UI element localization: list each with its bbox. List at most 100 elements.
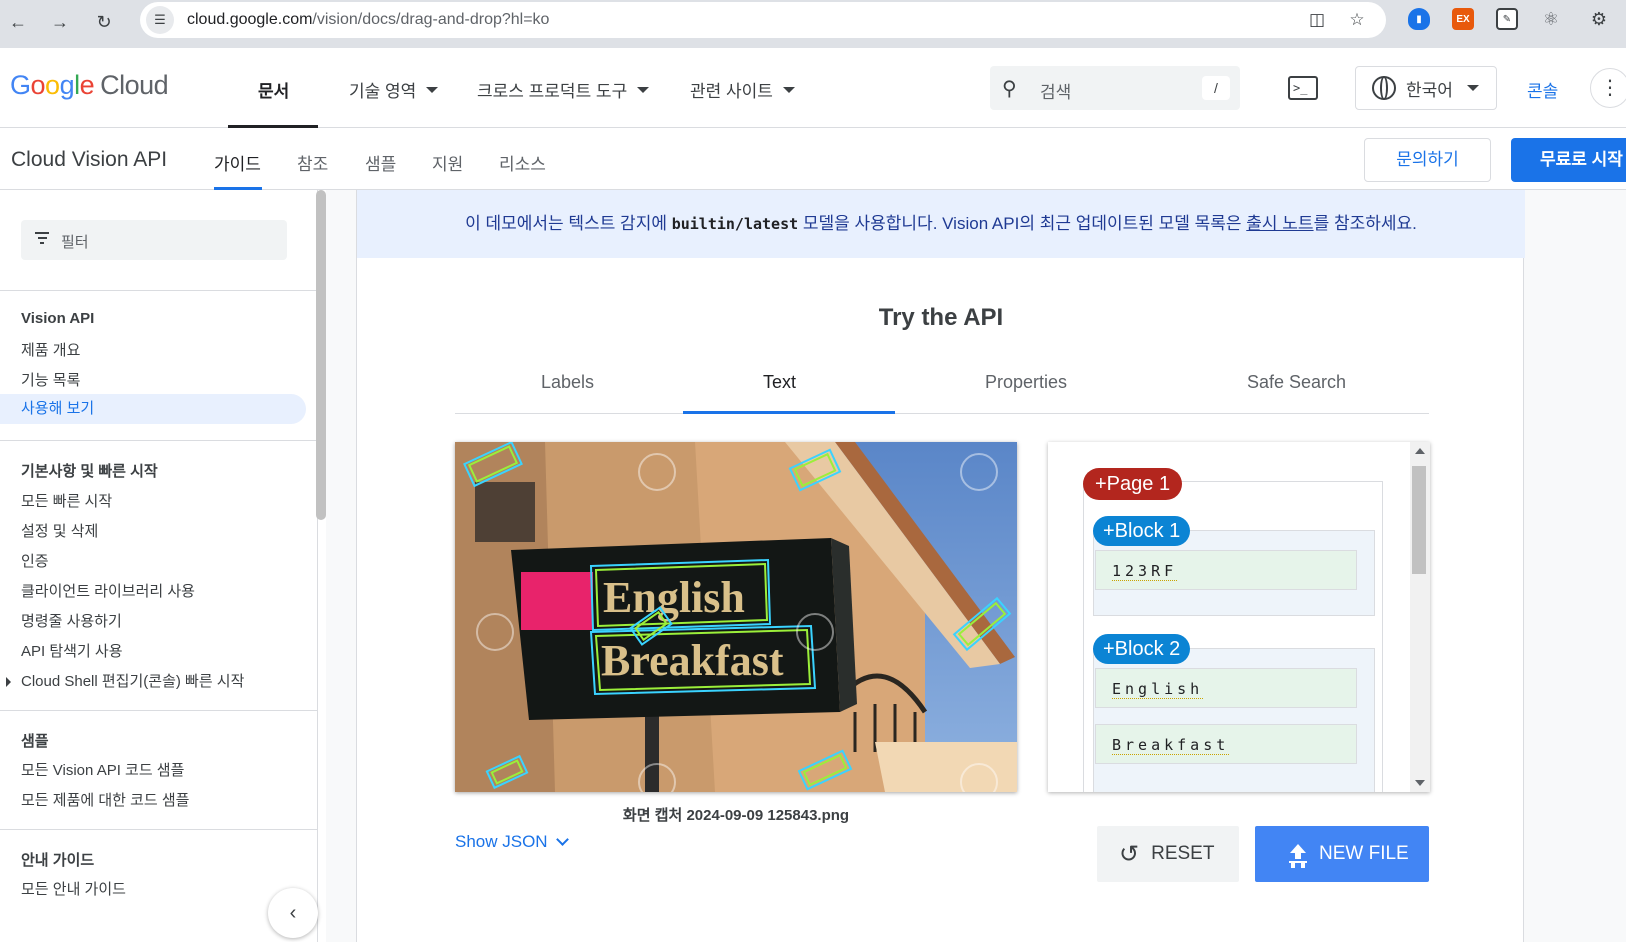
- notes-extension-icon[interactable]: ✎: [1496, 8, 1518, 30]
- product-nav-bar: Cloud Vision API 가이드 참조 샘플 지원 리소스 문의하기 무…: [0, 128, 1626, 190]
- reset-button[interactable]: ↺ RESET: [1097, 826, 1239, 882]
- search-shortcut-key: /: [1202, 76, 1230, 100]
- search-input[interactable]: ⚲ 검색 /: [990, 66, 1240, 110]
- cloud-shell-terminal-icon[interactable]: >_: [1288, 76, 1318, 100]
- chevron-down-icon: [1466, 85, 1479, 91]
- results-scrollbar-thumb[interactable]: [1412, 466, 1426, 574]
- sidebar-item[interactable]: 클라이언트 라이브러리 사용: [21, 580, 195, 601]
- demo-tab-active-indicator: [683, 411, 895, 414]
- scroll-down-arrow-icon[interactable]: [1415, 780, 1425, 786]
- info-banner: 이 데모에서는 텍스트 감지에 builtin/latest 모델을 사용합니다…: [357, 190, 1525, 258]
- chevron-down-icon: [426, 86, 439, 93]
- show-json-toggle[interactable]: Show JSON: [455, 832, 569, 852]
- word-item[interactable]: English: [1095, 668, 1357, 708]
- filter-input[interactable]: 필터: [21, 220, 287, 260]
- bookmark-star-icon[interactable]: ☆: [1345, 8, 1369, 32]
- tab-support[interactable]: 지원: [432, 150, 463, 175]
- sidebar-item[interactable]: 모든 안내 가이드: [21, 878, 126, 899]
- tab-guides[interactable]: 가이드: [214, 150, 261, 175]
- more-options-icon[interactable]: ⋮: [1590, 68, 1626, 108]
- nav-docs[interactable]: 문서: [258, 77, 289, 102]
- product-title[interactable]: Cloud Vision API: [11, 148, 167, 172]
- sign-text-line1: English: [603, 573, 745, 622]
- sidebar-item[interactable]: 모든 Vision API 코드 샘플: [21, 759, 184, 780]
- scroll-up-arrow-icon[interactable]: [1415, 448, 1425, 454]
- console-link[interactable]: 콘솔: [1527, 77, 1558, 102]
- block-toggle[interactable]: +Block 2: [1093, 634, 1191, 664]
- sidebar-scrollbar[interactable]: [316, 190, 326, 520]
- react-extension-icon[interactable]: ⚛: [1540, 8, 1562, 30]
- search-icon: ⚲: [1002, 78, 1017, 100]
- upload-icon: [1289, 844, 1307, 864]
- demo-tabs: Labels Text Properties Safe Search: [455, 368, 1429, 414]
- chevron-left-icon: ‹: [289, 902, 297, 924]
- collapse-sidebar-button[interactable]: ‹: [268, 888, 318, 938]
- sidebar-item[interactable]: 기능 목록: [21, 369, 80, 390]
- chevron-down-icon: [637, 86, 650, 93]
- expand-arrow-icon[interactable]: [6, 677, 11, 687]
- sidebar-heading[interactable]: 기본사항 및 빠른 시작: [21, 460, 158, 481]
- tab-safe-search[interactable]: Safe Search: [1247, 372, 1346, 393]
- ocr-results-panel[interactable]: +Page 1 +Block 1 123RF +Block 2 English …: [1048, 442, 1430, 792]
- sign-text-line2: Breakfast: [601, 636, 784, 685]
- left-sidebar: 필터 Vision API 제품 개요 기능 목록 사용해 보기 기본사항 및 …: [0, 190, 318, 942]
- chevron-down-icon: [782, 86, 795, 93]
- google-cloud-logo[interactable]: Google Cloud: [10, 70, 169, 101]
- sidebar-item-expandable[interactable]: Cloud Shell 편집기(콘솔) 빠른 시작: [21, 670, 244, 691]
- demo-title: Try the API: [878, 304, 1004, 331]
- chevron-down-icon: [555, 833, 569, 846]
- ex-extension-icon[interactable]: EX: [1452, 8, 1474, 30]
- sidebar-divider: [0, 829, 317, 830]
- nav-related-sites[interactable]: 관련 사이트: [690, 77, 795, 102]
- page-toggle[interactable]: +Page 1: [1083, 468, 1183, 500]
- tab-text[interactable]: Text: [763, 372, 796, 393]
- start-free-button[interactable]: 무료로 시작: [1511, 138, 1626, 182]
- sidebar-divider: [0, 290, 317, 291]
- sidebar-item[interactable]: 설정 및 삭제: [21, 520, 98, 541]
- sidebar-item[interactable]: 모든 빠른 시작: [21, 490, 112, 511]
- content-gutter: [326, 190, 356, 942]
- nav-tech-areas[interactable]: 기술 영역: [349, 77, 439, 102]
- extensions-puzzle-icon[interactable]: ⚙: [1588, 8, 1610, 30]
- site-header: Google Cloud 문서 기술 영역 크로스 프로덕트 도구 관련 사이트 …: [0, 48, 1626, 128]
- word-item[interactable]: Breakfast: [1095, 724, 1357, 764]
- address-bar[interactable]: ☰ cloud.google.com/vision/docs/drag-and-…: [140, 2, 1386, 38]
- contact-button[interactable]: 문의하기: [1364, 138, 1491, 182]
- image-filename: 화면 캡처 2024-09-09 125843.png: [622, 807, 850, 824]
- tab-reference[interactable]: 참조: [297, 150, 328, 175]
- sidebar-item-active[interactable]: 사용해 보기: [0, 394, 306, 424]
- uploaded-image: English Breakfast: [455, 442, 1017, 792]
- tab-resources[interactable]: 리소스: [499, 150, 546, 175]
- new-file-button[interactable]: NEW FILE: [1255, 826, 1429, 882]
- block-toggle[interactable]: +Block 1: [1093, 516, 1191, 546]
- filter-icon: [35, 232, 49, 247]
- tab-samples[interactable]: 샘플: [365, 150, 396, 175]
- nav-cross-product-tools[interactable]: 크로스 프로덕트 도구: [477, 77, 650, 102]
- sidebar-divider: [0, 440, 317, 441]
- globe-icon: [1372, 76, 1396, 100]
- tab-labels[interactable]: Labels: [541, 372, 594, 393]
- sidebar-item[interactable]: 제품 개요: [21, 339, 80, 360]
- sidebar-item[interactable]: API 탐색기 사용: [21, 640, 123, 661]
- image-canvas: English Breakfast: [455, 442, 1017, 792]
- reload-icon[interactable]: ↻: [90, 8, 118, 36]
- model-name: builtin/latest: [671, 215, 799, 233]
- install-app-icon[interactable]: ◫: [1305, 8, 1329, 32]
- forward-icon[interactable]: →: [46, 8, 74, 36]
- content-gutter-right: [1524, 190, 1626, 942]
- tab-properties[interactable]: Properties: [985, 372, 1067, 393]
- sidebar-item[interactable]: 모든 제품에 대한 코드 샘플: [21, 789, 189, 810]
- word-item[interactable]: 123RF: [1095, 550, 1357, 590]
- sidebar-heading[interactable]: 샘플: [21, 730, 49, 751]
- sidebar-heading[interactable]: Vision API: [21, 310, 94, 327]
- back-icon[interactable]: ←: [4, 8, 32, 36]
- shield-extension-icon[interactable]: ▮: [1408, 8, 1430, 30]
- sidebar-divider: [0, 710, 317, 711]
- sidebar-item[interactable]: 인증: [21, 550, 49, 571]
- sidebar-item[interactable]: 명령줄 사용하기: [21, 610, 122, 631]
- release-notes-link[interactable]: 출시 노트: [1246, 214, 1313, 233]
- url-text[interactable]: cloud.google.com/vision/docs/drag-and-dr…: [187, 11, 549, 29]
- language-selector[interactable]: 한국어: [1355, 66, 1497, 110]
- sidebar-heading[interactable]: 안내 가이드: [21, 849, 94, 870]
- site-info-icon[interactable]: ☰: [146, 6, 174, 34]
